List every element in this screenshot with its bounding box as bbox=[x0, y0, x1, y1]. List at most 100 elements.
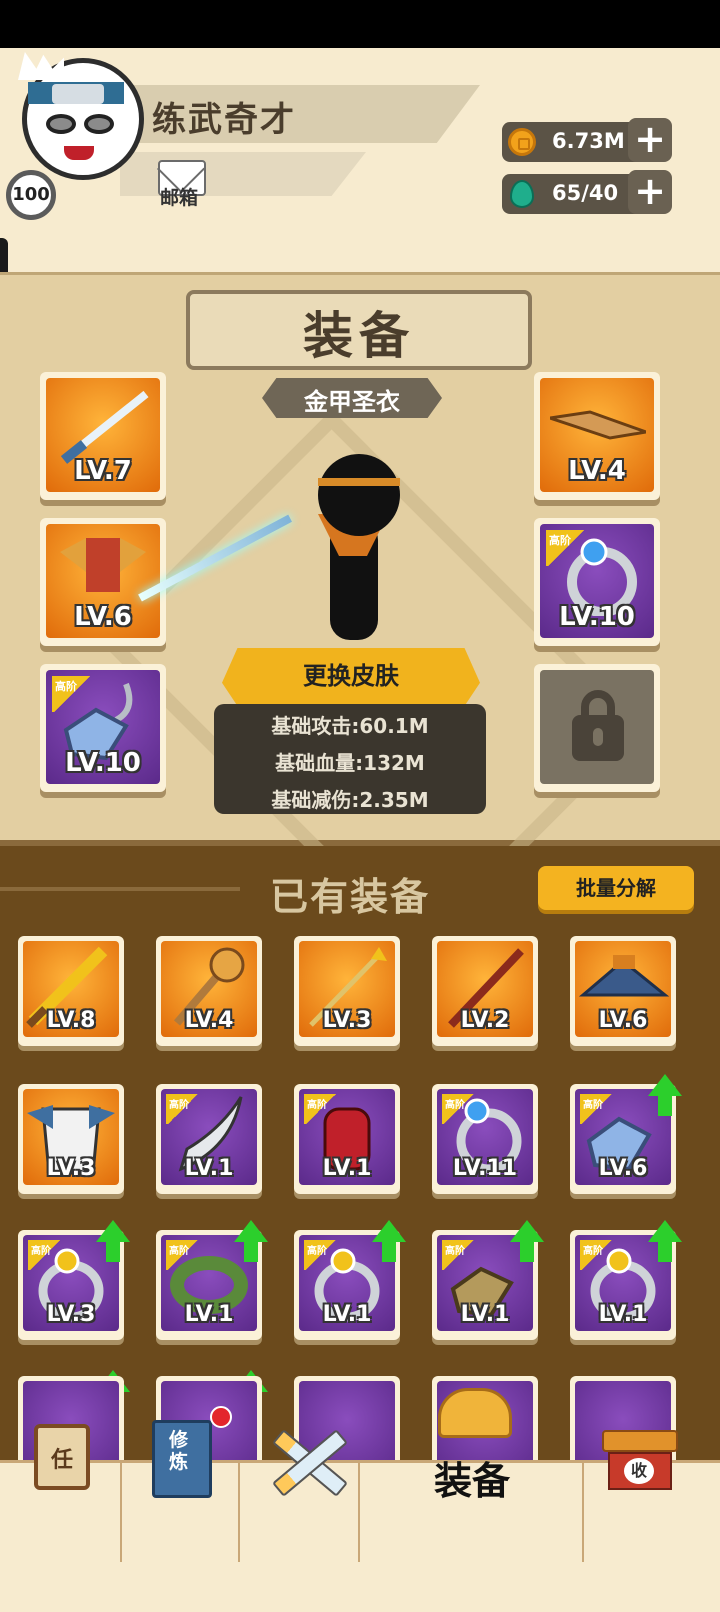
battle-swords-icon[interactable] bbox=[268, 1429, 348, 1497]
advanced-tier-badge: 高阶 bbox=[166, 1094, 200, 1124]
gold-coin-icon bbox=[508, 128, 536, 156]
inventory-slot-level: LV.6 bbox=[598, 1156, 648, 1181]
change-skin-label[interactable]: 更换皮肤 bbox=[222, 656, 480, 691]
armor-slot-level: LV.6 bbox=[74, 602, 132, 632]
amulet-slot-level: LV.10 bbox=[65, 748, 141, 778]
inventory-slot[interactable]: 高阶 LV.1 bbox=[156, 1230, 262, 1340]
notification-dot bbox=[210, 1406, 232, 1428]
advanced-tier-badge: 高阶 bbox=[580, 1240, 614, 1270]
headband-slot-bg: LV.4 bbox=[540, 378, 654, 492]
inventory-slot[interactable]: 高阶 LV.1 bbox=[570, 1230, 676, 1340]
inventory-slot[interactable]: LV.3 bbox=[18, 1084, 124, 1194]
avatar-headband-plate bbox=[52, 84, 104, 104]
inventory-slot-bg: 高阶 LV.1 bbox=[437, 1235, 533, 1331]
batch-decompose-button[interactable]: 批量分解 bbox=[538, 866, 694, 910]
advanced-tier-badge: 高阶 bbox=[546, 530, 586, 566]
advanced-tier-badge: 高阶 bbox=[304, 1094, 338, 1124]
inventory-slot-bg: LV.4 bbox=[161, 941, 257, 1037]
inventory-slot-bg: LV.3 bbox=[23, 1089, 119, 1185]
equipment-helmet-icon[interactable] bbox=[438, 1388, 512, 1438]
avatar-eye-left bbox=[46, 114, 76, 134]
inventory-slot-level: LV.1 bbox=[322, 1302, 372, 1327]
inventory-slot-bg: LV.3 bbox=[299, 941, 395, 1037]
inventory-slot-bg: 高阶 LV.1 bbox=[299, 1235, 395, 1331]
inventory-slot[interactable]: 高阶 LV.6 bbox=[570, 1084, 676, 1194]
nav-divider bbox=[582, 1460, 584, 1562]
armor-icon bbox=[60, 538, 146, 592]
inventory-slot-level: LV.8 bbox=[46, 1008, 96, 1033]
nav-divider bbox=[120, 1460, 122, 1562]
advanced-tier-badge: 高阶 bbox=[442, 1240, 476, 1270]
inventory-slot[interactable]: 高阶 LV.3 bbox=[18, 1230, 124, 1340]
inventory-slot-level: LV.3 bbox=[46, 1156, 96, 1181]
shop-label: 收 bbox=[624, 1458, 654, 1484]
inventory-slot[interactable]: LV.3 bbox=[294, 936, 400, 1046]
jade-gem-icon bbox=[510, 180, 534, 208]
task-label: 任 bbox=[50, 1448, 73, 1473]
player-level-badge: 100 bbox=[6, 170, 56, 220]
weapon-slot-level: LV.7 bbox=[74, 456, 132, 486]
inventory-slot[interactable]: 高阶 LV.11 bbox=[432, 1084, 538, 1194]
inventory-slot-bg: 高阶 LV.6 bbox=[575, 1089, 671, 1185]
inventory-slot[interactable]: LV.2 bbox=[432, 936, 538, 1046]
inventory-slot-bg: LV.2 bbox=[437, 941, 533, 1037]
inventory-title: 已有装备 bbox=[269, 875, 430, 919]
inventory-slot-level: LV.1 bbox=[184, 1302, 234, 1327]
player-name: 练武奇才 bbox=[152, 100, 296, 140]
headband-slot-level: LV.4 bbox=[568, 456, 626, 486]
ring-slot[interactable]: 高阶 LV.10 bbox=[534, 518, 660, 646]
hero-head bbox=[318, 454, 400, 536]
gold-amount: 6.73M bbox=[552, 129, 625, 153]
inventory-slot[interactable]: LV.6 bbox=[570, 936, 676, 1046]
cultivate-book-icon[interactable]: 修炼 bbox=[152, 1420, 212, 1498]
stat-attack: 基础攻击:60.1M bbox=[271, 714, 429, 738]
amulet-slot[interactable]: 高阶 LV.10 bbox=[40, 664, 166, 792]
nav-equipment-label[interactable]: 装备 bbox=[434, 1450, 510, 1505]
stat-damage-reduction: 基础减伤:2.35M bbox=[271, 788, 429, 812]
add-gem-button[interactable]: + bbox=[628, 170, 672, 214]
cultivate-label: 修炼 bbox=[169, 1429, 189, 1473]
advanced-tier-badge: 高阶 bbox=[52, 676, 92, 712]
inventory-slot[interactable]: 高阶 LV.1 bbox=[294, 1084, 400, 1194]
inventory-slot-level: LV.2 bbox=[460, 1008, 510, 1033]
inventory-slot[interactable]: 高阶 LV.1 bbox=[432, 1230, 538, 1340]
hero-headband bbox=[318, 478, 400, 486]
skin-name: 金甲圣衣 bbox=[304, 388, 400, 416]
advanced-tier-badge: 高阶 bbox=[28, 1240, 62, 1270]
shop-icon[interactable]: 收 bbox=[602, 1430, 678, 1492]
gem-amount: 65/40 bbox=[552, 181, 619, 205]
bottom-safe-area bbox=[0, 1562, 720, 1612]
inventory-slot-bg: 高阶 LV.3 bbox=[23, 1235, 119, 1331]
inventory-slot-level: LV.1 bbox=[460, 1302, 510, 1327]
inventory-slot[interactable]: LV.4 bbox=[156, 936, 262, 1046]
inventory-slot-level: LV.6 bbox=[598, 1008, 648, 1033]
lock-keyhole bbox=[593, 728, 603, 746]
inventory-slot[interactable]: 高阶 LV.1 bbox=[294, 1230, 400, 1340]
ring-slot-bg: 高阶 LV.10 bbox=[540, 524, 654, 638]
status-bar bbox=[0, 0, 720, 48]
headband-slot[interactable]: LV.4 bbox=[534, 372, 660, 500]
avatar-eye-right bbox=[84, 114, 114, 134]
inventory-slot[interactable]: 高阶 LV.1 bbox=[156, 1084, 262, 1194]
task-scroll-icon[interactable]: 任 bbox=[34, 1424, 90, 1490]
advanced-tier-badge: 高阶 bbox=[442, 1094, 476, 1124]
inventory-slot-bg: 高阶 LV.1 bbox=[575, 1235, 671, 1331]
inventory-slot[interactable]: LV.8 bbox=[18, 936, 124, 1046]
add-gold-button[interactable]: + bbox=[628, 118, 672, 162]
weapon-slot-bg: LV.7 bbox=[46, 378, 160, 492]
mail-label[interactable]: 邮箱 bbox=[160, 183, 198, 210]
advanced-tier-badge: 高阶 bbox=[580, 1094, 614, 1124]
ring-slot-level: LV.10 bbox=[559, 602, 635, 632]
inventory-slot-bg: LV.6 bbox=[575, 941, 671, 1037]
nav-divider bbox=[358, 1460, 360, 1562]
inventory-slot-level: LV.3 bbox=[46, 1302, 96, 1327]
inventory-slot-bg: 高阶 LV.1 bbox=[161, 1235, 257, 1331]
armor-slot[interactable]: LV.6 bbox=[40, 518, 166, 646]
inventory-slot-level: LV.11 bbox=[452, 1156, 518, 1181]
inventory-slot-bg: LV.8 bbox=[23, 941, 119, 1037]
inventory-divider bbox=[0, 887, 240, 891]
inventory-slot-level: LV.4 bbox=[184, 1008, 234, 1033]
mail-banner bbox=[120, 152, 366, 196]
stat-hp: 基础血量:132M bbox=[275, 751, 425, 775]
weapon-slot[interactable]: LV.7 bbox=[40, 372, 166, 500]
